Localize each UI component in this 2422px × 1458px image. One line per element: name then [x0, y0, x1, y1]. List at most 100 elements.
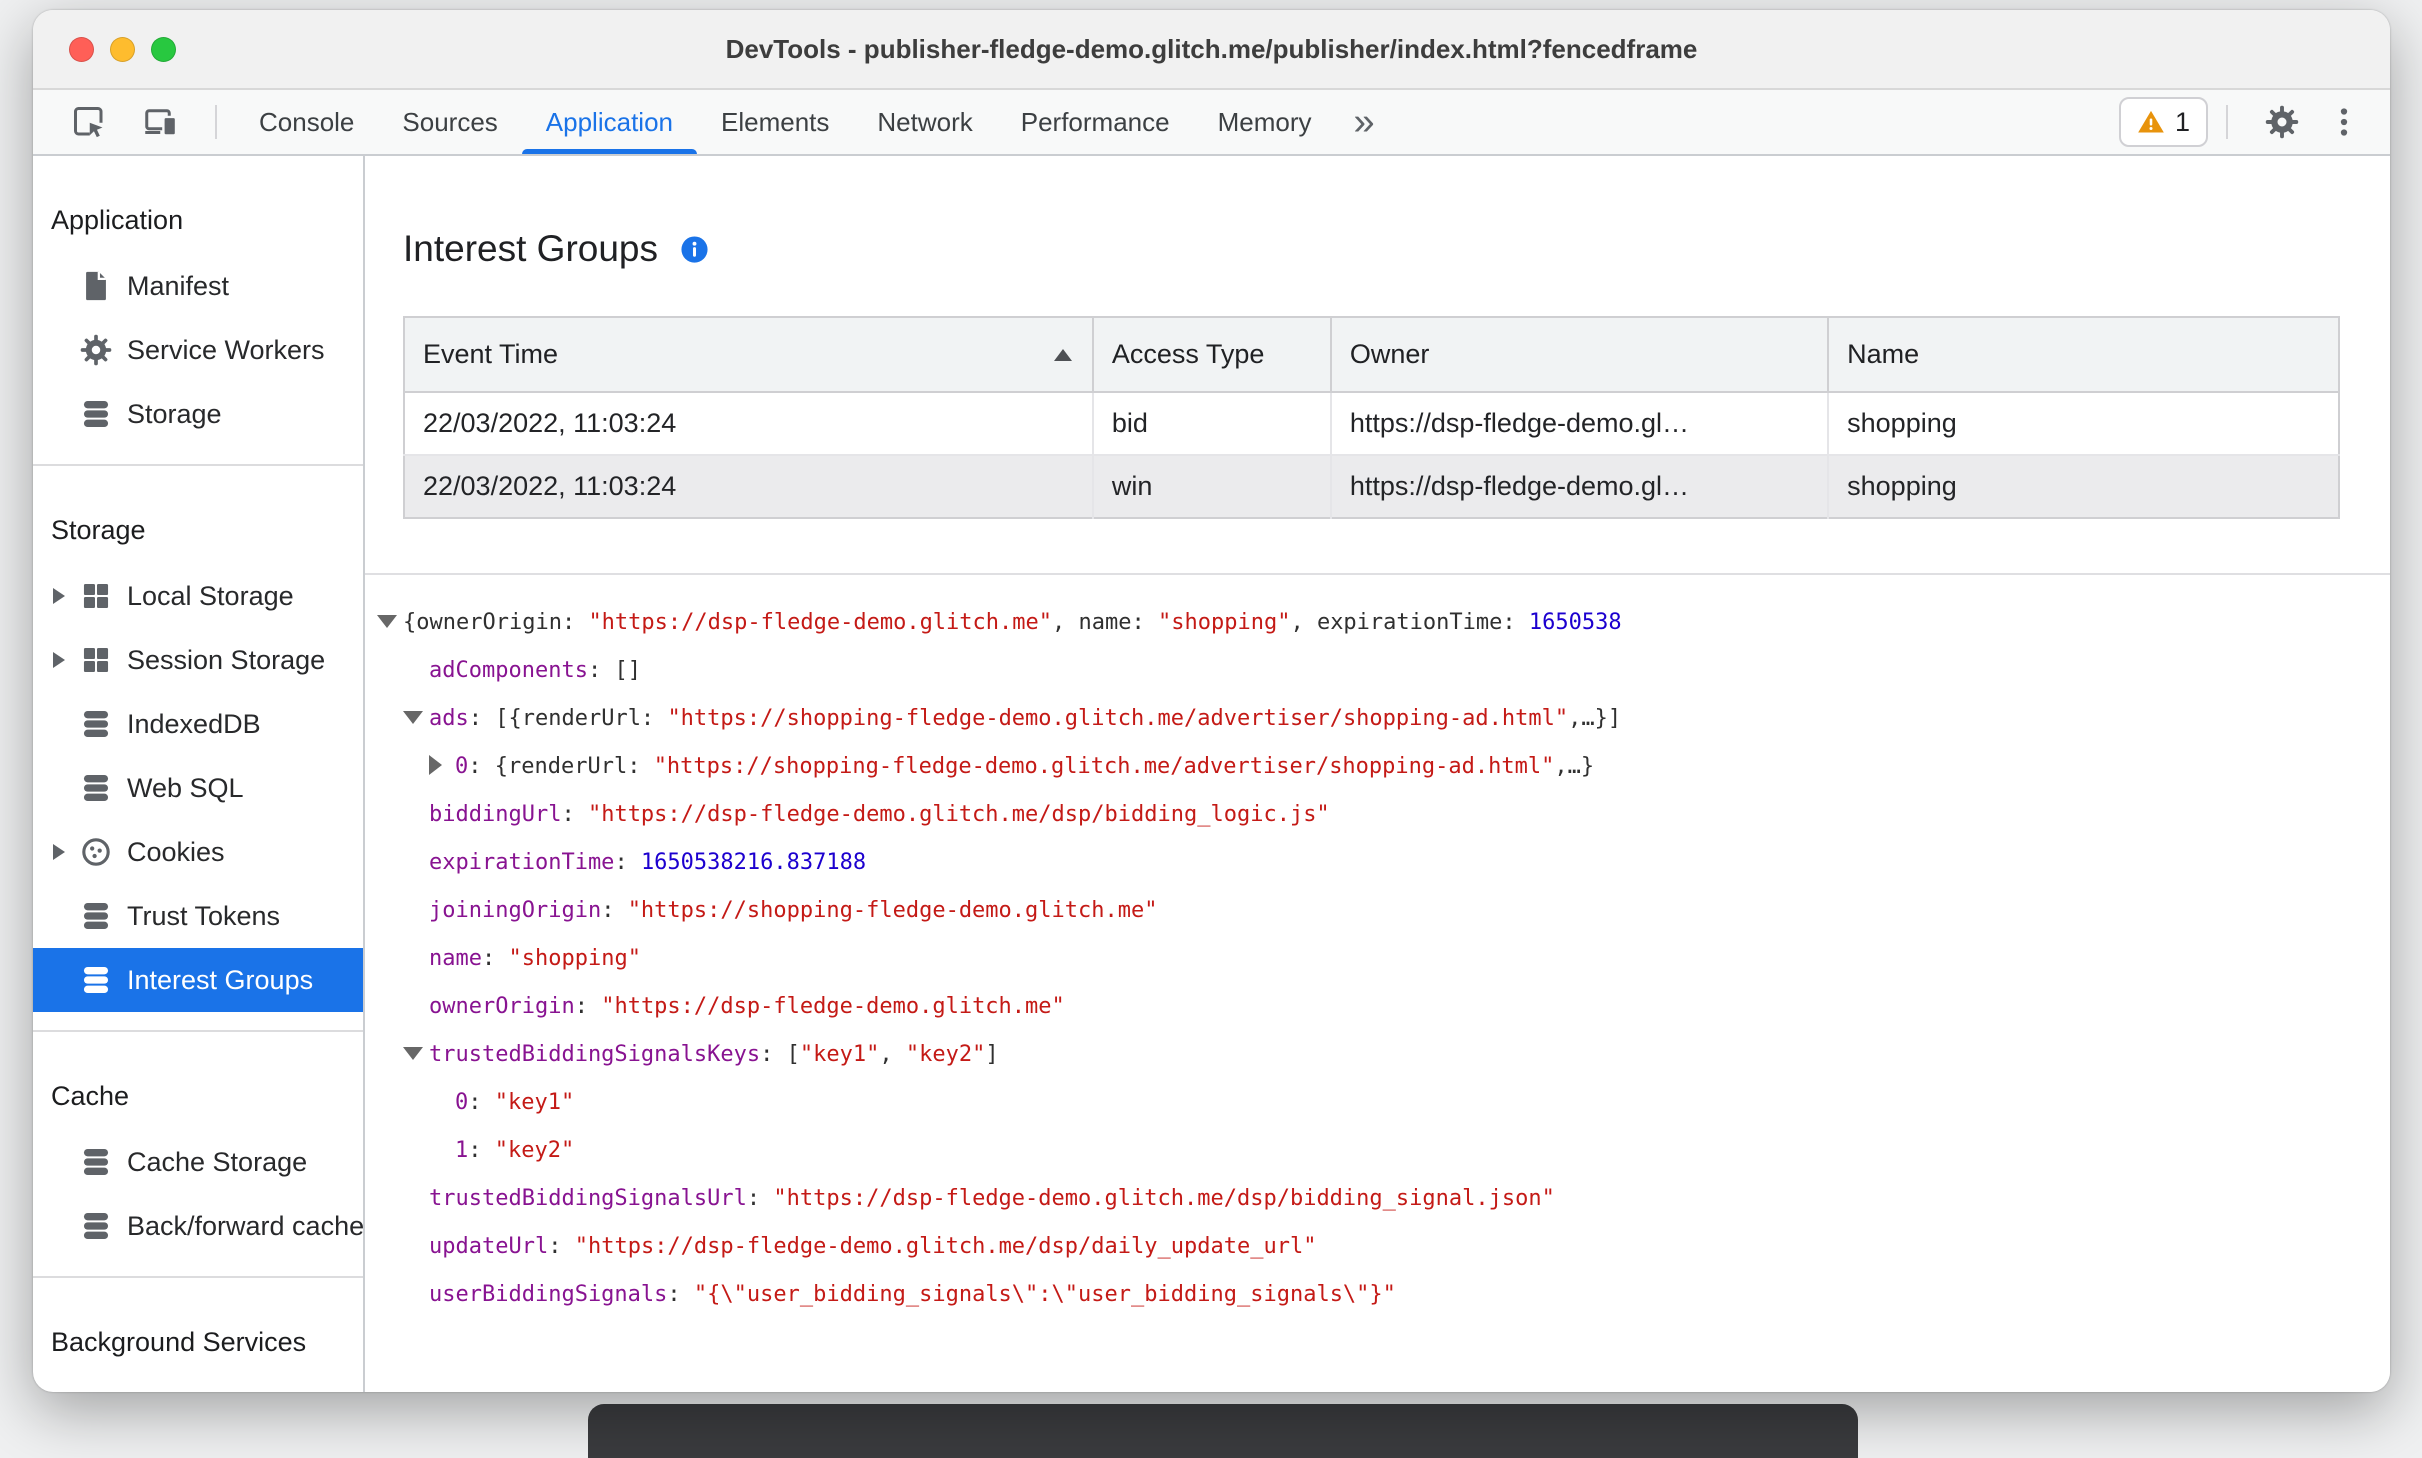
main-toolbar: Console Sources Application Elements Network…	[33, 90, 2390, 156]
sidebar-item-back-forward-cache[interactable]: Back/forward cache	[33, 1194, 363, 1258]
json-plain: :	[561, 802, 588, 827]
tree-node[interactable]: updateUrl: "https://dsp-fledge-demo.glit…	[365, 1223, 2390, 1271]
tab-memory[interactable]: Memory	[1194, 90, 1336, 154]
sidebar-section-title: Storage	[51, 515, 146, 545]
sidebar-item-service-workers[interactable]: Service Workers	[33, 318, 363, 382]
column-header-owner[interactable]: Owner	[1329, 317, 1829, 393]
tree-node[interactable]: {ownerOrigin: "https://dsp-fledge-demo.g…	[365, 599, 2390, 647]
sidebar-item-indexeddb[interactable]: IndexedDB	[33, 692, 363, 756]
table-body: 22/03/2022, 11:03:24 bid https://dsp-fledg…	[404, 392, 2339, 518]
close-button[interactable]	[69, 37, 94, 62]
fetch-icon	[79, 1391, 113, 1392]
sidebar-item-session-storage[interactable]: Session Storage	[33, 628, 363, 692]
json-string: "https://dsp-fledge-demo.glitch.me/dsp/b…	[587, 802, 1330, 827]
column-header-event-time[interactable]: Event Time	[404, 317, 1093, 393]
sidebar-item-local-storage[interactable]: Local Storage	[33, 564, 363, 628]
tree-node[interactable]: name: "shopping"	[365, 935, 2390, 983]
table-cell: shopping	[1827, 392, 2339, 455]
json-plain: :	[601, 898, 628, 923]
devtools-window: DevTools - publisher-fledge-demo.glitch.…	[33, 10, 2390, 1392]
sidebar-item-web-sql[interactable]: Web SQL	[33, 756, 363, 820]
tree-node[interactable]: 0: {renderUrl: "https://shopping-fledge-…	[365, 743, 2390, 791]
json-string: "shopping"	[508, 946, 641, 971]
content-pane: Interest Groups Event Time Access Type O…	[365, 156, 2390, 1392]
tab-performance[interactable]: Performance	[997, 90, 1194, 154]
database-icon	[79, 397, 113, 431]
column-header-access-type[interactable]: Access Type	[1091, 317, 1331, 393]
json-key: trustedBiddingSignalsUrl	[429, 1186, 747, 1211]
json-key: ownerOrigin	[429, 994, 575, 1019]
tree-node[interactable]: 1: "key2"	[365, 1127, 2390, 1175]
sidebar-item-label: IndexedDB	[127, 708, 261, 739]
file-icon	[79, 269, 113, 303]
inspect-element-button[interactable]	[53, 90, 125, 154]
table-row[interactable]: 22/03/2022, 11:03:24 bid https://dsp-fledg…	[404, 392, 2339, 455]
sidebar-section-title: Cache	[51, 1081, 130, 1111]
sidebar-section-storage: Storage Local Storage Session Storage Index…	[33, 466, 363, 1032]
tree-node[interactable]: ads: [{renderUrl: "https://shopping-fled…	[365, 695, 2390, 743]
tree-node[interactable]: 0: "key1"	[365, 1079, 2390, 1127]
tree-node[interactable]: adComponents: []	[365, 647, 2390, 695]
minimize-button[interactable]	[110, 37, 135, 62]
cookie-icon	[79, 835, 113, 869]
window-title: DevTools - publisher-fledge-demo.glitch.…	[725, 34, 1698, 64]
disclosure-triangle-icon[interactable]	[53, 652, 65, 668]
three-dot-menu-icon	[2326, 104, 2362, 140]
tab-application[interactable]: Application	[521, 90, 698, 154]
tab-strip: Console Sources Application Elements Network…	[235, 90, 1336, 154]
sidebar-item-background-fetch[interactable]: Background Fetch	[33, 1376, 363, 1392]
sidebar-item-interest-groups[interactable]: Interest Groups	[33, 948, 363, 1012]
zoom-button[interactable]	[151, 37, 176, 62]
grid-icon	[79, 643, 113, 677]
tree-node[interactable]: joiningOrigin: "https://shopping-fledge-…	[365, 887, 2390, 935]
sidebar-item-storage[interactable]: Storage	[33, 382, 363, 446]
tab-console[interactable]: Console	[235, 90, 378, 154]
more-tabs-button[interactable]: »	[1336, 90, 1393, 154]
info-icon[interactable]	[678, 233, 711, 266]
json-number: 1650538	[1528, 610, 1622, 635]
disclosure-triangle-icon[interactable]	[53, 588, 65, 604]
tab-elements[interactable]: Elements	[697, 90, 853, 154]
json-plain: :	[468, 1138, 495, 1163]
tree-node[interactable]: trustedBiddingSignalsUrl: "https://dsp-f…	[365, 1175, 2390, 1223]
json-plain: :	[614, 850, 641, 875]
json-plain: : [	[760, 1042, 800, 1067]
sidebar-item-manifest[interactable]: Manifest	[33, 254, 363, 318]
tree-expanded-arrow-icon[interactable]	[403, 1046, 423, 1060]
tree-collapsed-arrow-icon[interactable]	[429, 755, 442, 775]
tab-network[interactable]: Network	[853, 90, 996, 154]
more-options-button[interactable]	[2318, 90, 2370, 154]
sidebar-item-label: Local Storage	[127, 580, 294, 611]
json-key: trustedBiddingSignalsKeys	[429, 1042, 761, 1067]
sidebar-item-cookies[interactable]: Cookies	[33, 820, 363, 884]
tree-expanded-arrow-icon[interactable]	[403, 710, 423, 724]
json-plain: {ownerOrigin:	[403, 610, 589, 635]
device-toolbar-button[interactable]	[125, 90, 197, 154]
tree-expanded-arrow-icon[interactable]	[377, 614, 397, 628]
json-string: "{\"user_bidding_signals\":\"user_biddin…	[693, 1282, 1396, 1307]
tab-sources[interactable]: Sources	[378, 90, 521, 154]
tree-node[interactable]: userBiddingSignals: "{\"user_bidding_sig…	[365, 1271, 2390, 1319]
json-plain: ]	[985, 1042, 999, 1067]
json-plain: ,…}	[1554, 754, 1595, 779]
settings-gear-button[interactable]	[2246, 90, 2318, 154]
json-plain: : {renderUrl:	[468, 754, 654, 779]
issues-badge[interactable]: 1	[2118, 97, 2208, 147]
disclosure-triangle-icon[interactable]	[53, 844, 65, 860]
tree-node[interactable]: trustedBiddingSignalsKeys: ["key1", "key…	[365, 1031, 2390, 1079]
sidebar-item-label: Trust Tokens	[127, 900, 281, 931]
column-header-name[interactable]: Name	[1827, 317, 2339, 393]
sidebar-item-trust-tokens[interactable]: Trust Tokens	[33, 884, 363, 948]
tree-node[interactable]: expirationTime: 1650538216.837188	[365, 839, 2390, 887]
tree-node[interactable]: ownerOrigin: "https://dsp-fledge-demo.gl…	[365, 983, 2390, 1031]
json-plain: :	[746, 1186, 774, 1211]
json-string: "key1"	[494, 1090, 575, 1115]
json-plain: :	[468, 1090, 495, 1115]
json-plain: : [{renderUrl:	[468, 706, 668, 731]
sidebar-item-cache-storage[interactable]: Cache Storage	[33, 1130, 363, 1194]
json-string: "key2"	[494, 1138, 575, 1163]
json-string: "https://dsp-fledge-demo.glitch.me/dsp/d…	[574, 1234, 1317, 1259]
toolbar-right-controls: 1	[2118, 90, 2390, 154]
tree-node[interactable]: biddingUrl: "https://dsp-fledge-demo.gli…	[365, 791, 2390, 839]
table-row[interactable]: 22/03/2022, 11:03:24 win https://dsp-fledg…	[404, 454, 2339, 518]
